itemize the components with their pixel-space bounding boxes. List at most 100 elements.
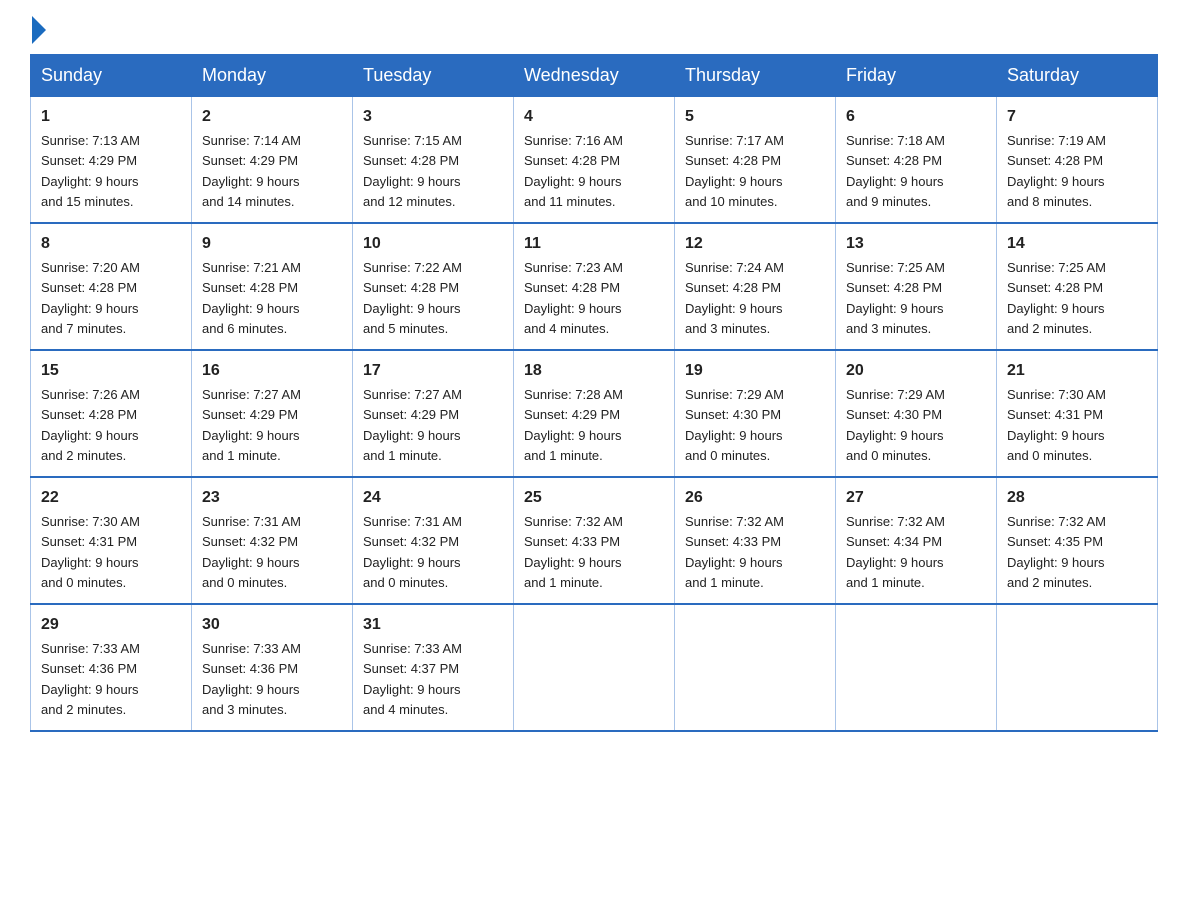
day-number: 4 <box>524 105 664 129</box>
calendar-cell: 26 Sunrise: 7:32 AMSunset: 4:33 PMDaylig… <box>675 477 836 604</box>
day-number: 17 <box>363 359 503 383</box>
day-number: 22 <box>41 486 181 510</box>
day-info: Sunrise: 7:26 AMSunset: 4:28 PMDaylight:… <box>41 387 140 463</box>
calendar-cell: 7 Sunrise: 7:19 AMSunset: 4:28 PMDayligh… <box>997 97 1158 224</box>
calendar-cell: 4 Sunrise: 7:16 AMSunset: 4:28 PMDayligh… <box>514 97 675 224</box>
day-number: 14 <box>1007 232 1147 256</box>
weekday-header-saturday: Saturday <box>997 55 1158 97</box>
day-info: Sunrise: 7:30 AMSunset: 4:31 PMDaylight:… <box>41 514 140 590</box>
day-info: Sunrise: 7:33 AMSunset: 4:36 PMDaylight:… <box>202 641 301 717</box>
day-info: Sunrise: 7:27 AMSunset: 4:29 PMDaylight:… <box>363 387 462 463</box>
day-number: 24 <box>363 486 503 510</box>
day-info: Sunrise: 7:25 AMSunset: 4:28 PMDaylight:… <box>1007 260 1106 336</box>
day-number: 30 <box>202 613 342 637</box>
calendar-cell: 24 Sunrise: 7:31 AMSunset: 4:32 PMDaylig… <box>353 477 514 604</box>
day-number: 19 <box>685 359 825 383</box>
weekday-header-tuesday: Tuesday <box>353 55 514 97</box>
day-info: Sunrise: 7:29 AMSunset: 4:30 PMDaylight:… <box>685 387 784 463</box>
day-info: Sunrise: 7:28 AMSunset: 4:29 PMDaylight:… <box>524 387 623 463</box>
day-number: 10 <box>363 232 503 256</box>
calendar-cell: 22 Sunrise: 7:30 AMSunset: 4:31 PMDaylig… <box>31 477 192 604</box>
calendar-cell: 20 Sunrise: 7:29 AMSunset: 4:30 PMDaylig… <box>836 350 997 477</box>
calendar-cell: 5 Sunrise: 7:17 AMSunset: 4:28 PMDayligh… <box>675 97 836 224</box>
day-number: 18 <box>524 359 664 383</box>
calendar-cell <box>675 604 836 731</box>
calendar-cell: 19 Sunrise: 7:29 AMSunset: 4:30 PMDaylig… <box>675 350 836 477</box>
calendar-cell: 30 Sunrise: 7:33 AMSunset: 4:36 PMDaylig… <box>192 604 353 731</box>
day-info: Sunrise: 7:32 AMSunset: 4:35 PMDaylight:… <box>1007 514 1106 590</box>
calendar-cell: 27 Sunrise: 7:32 AMSunset: 4:34 PMDaylig… <box>836 477 997 604</box>
day-number: 12 <box>685 232 825 256</box>
calendar-cell: 16 Sunrise: 7:27 AMSunset: 4:29 PMDaylig… <box>192 350 353 477</box>
calendar-cell: 17 Sunrise: 7:27 AMSunset: 4:29 PMDaylig… <box>353 350 514 477</box>
calendar-cell: 13 Sunrise: 7:25 AMSunset: 4:28 PMDaylig… <box>836 223 997 350</box>
day-number: 31 <box>363 613 503 637</box>
calendar-week-row: 15 Sunrise: 7:26 AMSunset: 4:28 PMDaylig… <box>31 350 1158 477</box>
weekday-header-row: SundayMondayTuesdayWednesdayThursdayFrid… <box>31 55 1158 97</box>
day-info: Sunrise: 7:18 AMSunset: 4:28 PMDaylight:… <box>846 133 945 209</box>
calendar-cell: 12 Sunrise: 7:24 AMSunset: 4:28 PMDaylig… <box>675 223 836 350</box>
day-info: Sunrise: 7:29 AMSunset: 4:30 PMDaylight:… <box>846 387 945 463</box>
day-number: 13 <box>846 232 986 256</box>
day-number: 1 <box>41 105 181 129</box>
calendar-week-row: 1 Sunrise: 7:13 AMSunset: 4:29 PMDayligh… <box>31 97 1158 224</box>
calendar-cell: 14 Sunrise: 7:25 AMSunset: 4:28 PMDaylig… <box>997 223 1158 350</box>
day-number: 28 <box>1007 486 1147 510</box>
day-info: Sunrise: 7:13 AMSunset: 4:29 PMDaylight:… <box>41 133 140 209</box>
calendar-cell: 8 Sunrise: 7:20 AMSunset: 4:28 PMDayligh… <box>31 223 192 350</box>
day-info: Sunrise: 7:31 AMSunset: 4:32 PMDaylight:… <box>202 514 301 590</box>
day-number: 8 <box>41 232 181 256</box>
day-number: 29 <box>41 613 181 637</box>
day-info: Sunrise: 7:33 AMSunset: 4:37 PMDaylight:… <box>363 641 462 717</box>
day-number: 16 <box>202 359 342 383</box>
day-info: Sunrise: 7:14 AMSunset: 4:29 PMDaylight:… <box>202 133 301 209</box>
calendar-cell: 3 Sunrise: 7:15 AMSunset: 4:28 PMDayligh… <box>353 97 514 224</box>
day-number: 6 <box>846 105 986 129</box>
day-number: 3 <box>363 105 503 129</box>
day-number: 25 <box>524 486 664 510</box>
day-number: 7 <box>1007 105 1147 129</box>
calendar-cell: 2 Sunrise: 7:14 AMSunset: 4:29 PMDayligh… <box>192 97 353 224</box>
calendar-cell: 29 Sunrise: 7:33 AMSunset: 4:36 PMDaylig… <box>31 604 192 731</box>
day-number: 9 <box>202 232 342 256</box>
calendar-cell: 15 Sunrise: 7:26 AMSunset: 4:28 PMDaylig… <box>31 350 192 477</box>
day-info: Sunrise: 7:23 AMSunset: 4:28 PMDaylight:… <box>524 260 623 336</box>
day-info: Sunrise: 7:30 AMSunset: 4:31 PMDaylight:… <box>1007 387 1106 463</box>
day-info: Sunrise: 7:31 AMSunset: 4:32 PMDaylight:… <box>363 514 462 590</box>
weekday-header-sunday: Sunday <box>31 55 192 97</box>
calendar-cell: 23 Sunrise: 7:31 AMSunset: 4:32 PMDaylig… <box>192 477 353 604</box>
day-info: Sunrise: 7:16 AMSunset: 4:28 PMDaylight:… <box>524 133 623 209</box>
weekday-header-wednesday: Wednesday <box>514 55 675 97</box>
day-number: 11 <box>524 232 664 256</box>
calendar-cell: 28 Sunrise: 7:32 AMSunset: 4:35 PMDaylig… <box>997 477 1158 604</box>
calendar-week-row: 8 Sunrise: 7:20 AMSunset: 4:28 PMDayligh… <box>31 223 1158 350</box>
calendar-table: SundayMondayTuesdayWednesdayThursdayFrid… <box>30 54 1158 732</box>
calendar-cell <box>997 604 1158 731</box>
day-number: 23 <box>202 486 342 510</box>
calendar-cell <box>836 604 997 731</box>
calendar-cell <box>514 604 675 731</box>
day-info: Sunrise: 7:27 AMSunset: 4:29 PMDaylight:… <box>202 387 301 463</box>
day-number: 21 <box>1007 359 1147 383</box>
calendar-cell: 18 Sunrise: 7:28 AMSunset: 4:29 PMDaylig… <box>514 350 675 477</box>
calendar-cell: 6 Sunrise: 7:18 AMSunset: 4:28 PMDayligh… <box>836 97 997 224</box>
calendar-cell: 25 Sunrise: 7:32 AMSunset: 4:33 PMDaylig… <box>514 477 675 604</box>
calendar-week-row: 29 Sunrise: 7:33 AMSunset: 4:36 PMDaylig… <box>31 604 1158 731</box>
weekday-header-thursday: Thursday <box>675 55 836 97</box>
day-number: 5 <box>685 105 825 129</box>
calendar-cell: 21 Sunrise: 7:30 AMSunset: 4:31 PMDaylig… <box>997 350 1158 477</box>
day-info: Sunrise: 7:25 AMSunset: 4:28 PMDaylight:… <box>846 260 945 336</box>
calendar-cell: 31 Sunrise: 7:33 AMSunset: 4:37 PMDaylig… <box>353 604 514 731</box>
day-info: Sunrise: 7:15 AMSunset: 4:28 PMDaylight:… <box>363 133 462 209</box>
day-number: 2 <box>202 105 342 129</box>
day-number: 26 <box>685 486 825 510</box>
calendar-cell: 9 Sunrise: 7:21 AMSunset: 4:28 PMDayligh… <box>192 223 353 350</box>
day-info: Sunrise: 7:19 AMSunset: 4:28 PMDaylight:… <box>1007 133 1106 209</box>
logo <box>30 20 46 44</box>
day-number: 20 <box>846 359 986 383</box>
day-number: 27 <box>846 486 986 510</box>
calendar-cell: 1 Sunrise: 7:13 AMSunset: 4:29 PMDayligh… <box>31 97 192 224</box>
day-info: Sunrise: 7:33 AMSunset: 4:36 PMDaylight:… <box>41 641 140 717</box>
weekday-header-friday: Friday <box>836 55 997 97</box>
calendar-cell: 10 Sunrise: 7:22 AMSunset: 4:28 PMDaylig… <box>353 223 514 350</box>
